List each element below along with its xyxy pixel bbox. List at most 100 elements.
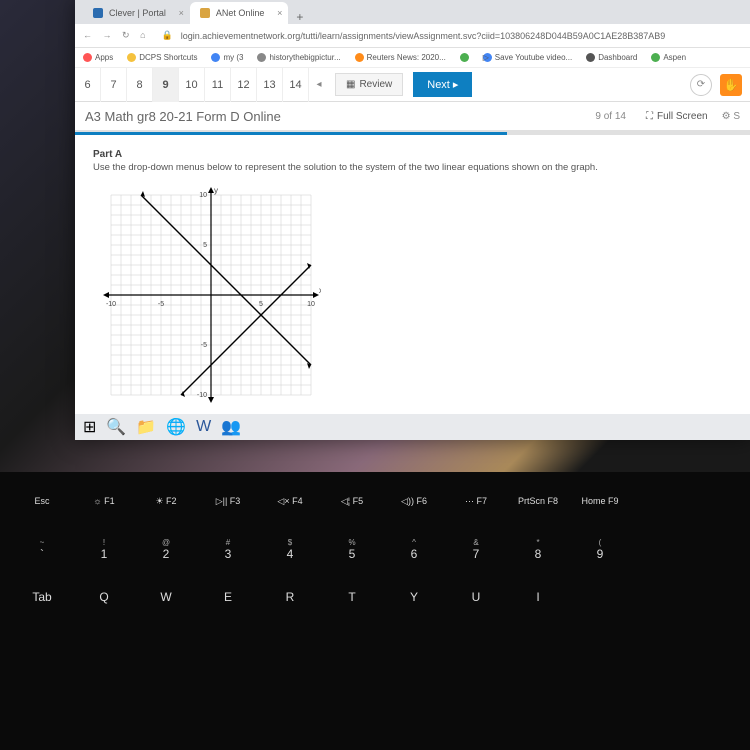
question-9[interactable]: 9 xyxy=(153,68,179,102)
explorer-icon[interactable]: 📁 xyxy=(136,417,156,437)
browser-window: Clever | Portal × ANet Online × + ← → ↻ … xyxy=(75,0,750,440)
part-label: Part A xyxy=(93,149,732,160)
bookmark-my[interactable]: my (3 xyxy=(211,53,243,62)
key: ^6 xyxy=(392,532,436,566)
tool-pointer-icon[interactable]: ⟳ xyxy=(690,74,712,96)
start-icon[interactable]: ⊞ xyxy=(83,417,96,437)
apps-icon xyxy=(83,53,92,62)
question-counter: 9 of 14 xyxy=(595,111,626,122)
tab-clever[interactable]: Clever | Portal × xyxy=(83,2,190,24)
tool-hand-icon[interactable]: ✋ xyxy=(720,74,742,96)
next-button[interactable]: Next ▸ xyxy=(413,72,472,97)
svg-text:-5: -5 xyxy=(158,301,164,308)
question-10[interactable]: 10 xyxy=(179,68,205,102)
tab-favicon xyxy=(200,8,210,18)
bookmark-youtube[interactable]: ▷Save Youtube video... xyxy=(483,53,572,62)
svg-text:x: x xyxy=(319,286,321,295)
page-icon xyxy=(651,53,660,62)
key: W xyxy=(144,580,188,614)
question-nav: 6 7 8 9 10 11 12 13 14 xyxy=(75,68,309,102)
svg-text:5: 5 xyxy=(259,301,263,308)
search-icon[interactable]: 🔍 xyxy=(106,417,126,437)
question-8[interactable]: 8 xyxy=(127,68,153,102)
question-13[interactable]: 13 xyxy=(257,68,283,102)
key: Tab xyxy=(20,580,64,614)
question-content: Part A Use the drop-down menus below to … xyxy=(75,135,750,449)
tab-bar: Clever | Portal × ANet Online × + xyxy=(75,0,750,24)
bookmark-reuters[interactable]: Reuters News: 2020... xyxy=(355,53,446,62)
svg-text:5: 5 xyxy=(203,242,207,249)
tab-anet[interactable]: ANet Online × xyxy=(190,2,289,24)
key: U xyxy=(454,580,498,614)
close-icon[interactable]: × xyxy=(277,8,282,18)
key: ◁× F4 xyxy=(268,484,312,518)
svg-text:10: 10 xyxy=(199,192,207,199)
folder-icon xyxy=(127,53,136,62)
key: E xyxy=(206,580,250,614)
question-12[interactable]: 12 xyxy=(231,68,257,102)
key: I xyxy=(516,580,560,614)
key: Home F9 xyxy=(578,484,622,518)
key: PrtScn F8 xyxy=(516,484,560,518)
chrome-icon[interactable]: 🌐 xyxy=(166,417,186,437)
svg-text:-10: -10 xyxy=(197,392,207,399)
key: @2 xyxy=(144,532,188,566)
question-14[interactable]: 14 xyxy=(283,68,309,102)
page-icon xyxy=(586,53,595,62)
new-tab-button[interactable]: + xyxy=(288,10,311,24)
key: ⋯ F7 xyxy=(454,484,498,518)
svg-text:-10: -10 xyxy=(106,301,116,308)
key: !1 xyxy=(82,532,126,566)
home-icon[interactable]: ⌂ xyxy=(140,30,145,40)
lock-icon: 🔒 xyxy=(162,30,173,41)
bookmark-dashboard[interactable]: Dashboard xyxy=(586,53,637,62)
question-7[interactable]: 7 xyxy=(101,68,127,102)
key: ☀ F2 xyxy=(144,484,188,518)
settings-button[interactable]: ⚙ S xyxy=(722,111,740,122)
bookmarks-bar: Apps DCPS Shortcuts my (3 historythebigp… xyxy=(75,48,750,68)
key: %5 xyxy=(330,532,374,566)
key: (9 xyxy=(578,532,622,566)
key: $4 xyxy=(268,532,312,566)
key: #3 xyxy=(206,532,250,566)
tab-label: ANet Online xyxy=(216,8,265,18)
question-6[interactable]: 6 xyxy=(75,68,101,102)
key: ~` xyxy=(20,532,64,566)
reload-icon[interactable]: ↻ xyxy=(122,30,130,40)
key: ☼ F1 xyxy=(82,484,126,518)
question-11[interactable]: 11 xyxy=(205,68,231,102)
page-icon: ▷ xyxy=(483,53,492,62)
bookmark-apps[interactable]: Apps xyxy=(83,53,113,62)
fullscreen-button[interactable]: ⛶Full Screen xyxy=(646,111,708,122)
back-icon[interactable]: ← xyxy=(83,30,92,40)
coordinate-graph: -10 -5 5 10 -10 -5 5 10 x y xyxy=(101,185,321,405)
google-icon xyxy=(211,53,220,62)
svg-text:10: 10 xyxy=(307,301,315,308)
forward-icon[interactable]: → xyxy=(103,30,112,40)
address-bar-row: ← → ↻ ⌂ 🔒 login.achievementnetwork.org/t… xyxy=(75,24,750,48)
bookmark-dcps[interactable]: DCPS Shortcuts xyxy=(127,53,197,62)
key: Y xyxy=(392,580,436,614)
word-icon[interactable]: W xyxy=(196,418,211,436)
bookmark-aspen[interactable]: Aspen xyxy=(651,53,686,62)
close-icon[interactable]: × xyxy=(179,8,184,18)
svg-text:-5: -5 xyxy=(201,342,207,349)
windows-taskbar: ⊞ 🔍 📁 🌐 W 👥 xyxy=(75,414,750,440)
page-icon xyxy=(460,53,469,62)
key: ◁)) F6 xyxy=(392,484,436,518)
bookmark-5[interactable] xyxy=(460,53,469,62)
page-icon xyxy=(355,53,364,62)
key: ▷|| F3 xyxy=(206,484,250,518)
key: Q xyxy=(82,580,126,614)
svg-text:y: y xyxy=(214,186,218,195)
key: &7 xyxy=(454,532,498,566)
bookmark-history[interactable]: historythebigpictur... xyxy=(257,53,340,62)
assessment-title-bar: A3 Math gr8 20-21 Form D Online 9 of 14 … xyxy=(75,102,750,132)
url-field[interactable]: login.achievementnetwork.org/tutti/learn… xyxy=(181,31,742,41)
grid-icon: ▦ xyxy=(346,79,355,90)
nav-buttons: ← → ↻ ⌂ xyxy=(83,30,154,41)
review-button[interactable]: ▦Review xyxy=(335,73,403,96)
fullscreen-icon: ⛶ xyxy=(646,111,653,122)
scroll-right-icon[interactable]: ◂ xyxy=(309,79,329,90)
teams-icon[interactable]: 👥 xyxy=(221,417,241,437)
